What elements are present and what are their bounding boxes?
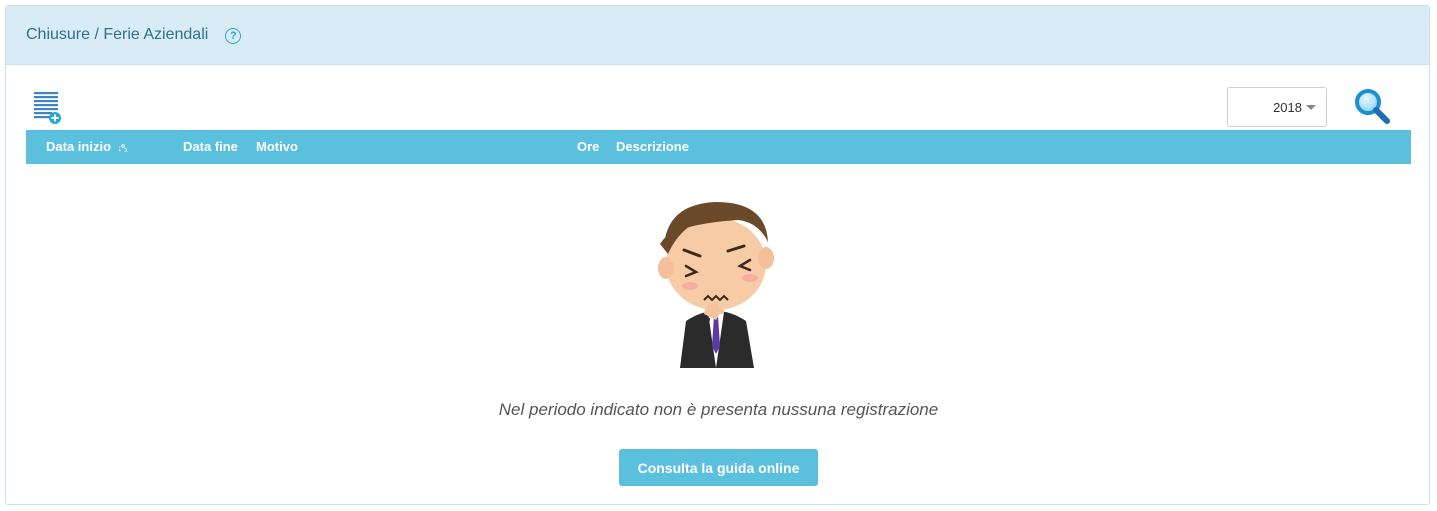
- column-label: Data inizio: [46, 139, 112, 154]
- search-button[interactable]: [1352, 86, 1392, 126]
- table-header: Data inizio ↓⁰₁ Data fine Motivo Ore Des…: [26, 130, 1411, 164]
- column-ore[interactable]: Ore: [577, 130, 599, 164]
- empty-state-message: Nel periodo indicato non è presenta nuss…: [498, 400, 939, 419]
- online-guide-button[interactable]: Consulta la guida online: [619, 449, 818, 486]
- confused-businessman-icon: [658, 202, 774, 368]
- year-select-value: 2018: [1273, 99, 1302, 115]
- column-data-fine[interactable]: Data fine: [183, 130, 238, 164]
- help-icon[interactable]: ?: [225, 28, 242, 44]
- sort-ascending-icon: ↓⁰₁: [117, 142, 128, 153]
- chevron-down-icon: [1306, 105, 1316, 110]
- page-title: Chiusure / Ferie Aziendali: [26, 26, 209, 43]
- magnifier-icon: [1355, 89, 1390, 124]
- closures-panel: Chiusure / Ferie Aziendali ? 2018 Data i…: [5, 5, 1430, 505]
- column-descrizione[interactable]: Descrizione: [616, 130, 689, 164]
- column-motivo[interactable]: Motivo: [256, 130, 298, 164]
- add-record-button[interactable]: [33, 90, 65, 124]
- year-select[interactable]: 2018: [1227, 87, 1327, 127]
- column-data-inizio[interactable]: Data inizio ↓⁰₁: [46, 130, 128, 164]
- add-list-icon: [34, 92, 61, 124]
- help-icon-glyph: ?: [229, 30, 237, 42]
- panel-header: Chiusure / Ferie Aziendali ?: [6, 6, 1429, 65]
